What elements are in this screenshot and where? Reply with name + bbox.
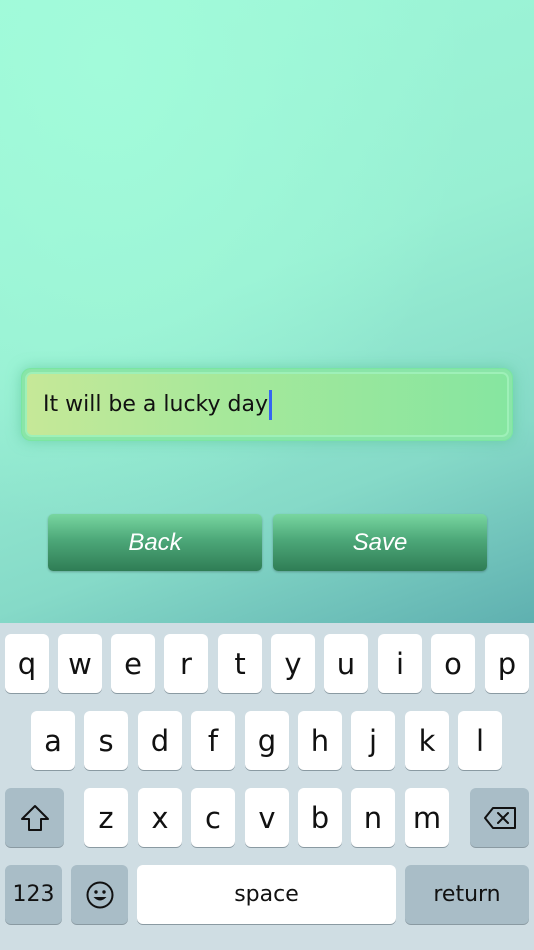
emoji-key[interactable] (71, 865, 128, 924)
key-label: m (412, 800, 442, 835)
key-label: u (336, 646, 356, 681)
key-l[interactable]: l (458, 711, 502, 770)
key-u[interactable]: u (324, 634, 368, 693)
key-s[interactable]: s (84, 711, 128, 770)
key-h[interactable]: h (298, 711, 342, 770)
save-button-label: Save (352, 528, 408, 556)
key-o[interactable]: o (431, 634, 475, 693)
key-b[interactable]: b (298, 788, 342, 847)
key-label: t (234, 646, 246, 681)
key-c[interactable]: c (191, 788, 235, 847)
key-label: i (395, 646, 405, 681)
key-z[interactable]: z (84, 788, 128, 847)
key-label: w (68, 646, 92, 681)
key-label: f (207, 723, 219, 758)
key-label: k (418, 723, 436, 758)
key-label: s (98, 723, 114, 758)
key-label: l (475, 723, 485, 758)
key-a[interactable]: a (31, 711, 75, 770)
text-field-frame: It will be a lucky day (21, 368, 513, 441)
key-label: return (433, 882, 501, 907)
key-k[interactable]: k (405, 711, 449, 770)
app-screen: It will be a lucky day Back Save (0, 0, 534, 623)
back-button-label: Back (128, 528, 182, 556)
key-label: d (150, 723, 170, 758)
note-text-value: It will be a lucky day (43, 392, 268, 417)
key-label: y (284, 646, 302, 681)
key-label: 123 (12, 882, 55, 907)
note-text-field[interactable]: It will be a lucky day (25, 372, 509, 437)
key-e[interactable]: e (111, 634, 155, 693)
key-label: b (310, 800, 330, 835)
numbers-key[interactable]: 123 (5, 865, 62, 924)
key-g[interactable]: g (245, 711, 289, 770)
key-label: c (205, 800, 221, 835)
key-x[interactable]: x (138, 788, 182, 847)
text-caret (268, 389, 272, 420)
key-label: e (124, 646, 142, 681)
key-i[interactable]: i (378, 634, 422, 693)
shift-icon (20, 804, 49, 831)
backspace-icon (483, 806, 516, 829)
key-label: o (444, 646, 462, 681)
key-label: z (98, 800, 114, 835)
emoji-icon (86, 881, 113, 908)
key-label: x (151, 800, 169, 835)
space-key[interactable]: space (137, 865, 396, 924)
key-w[interactable]: w (58, 634, 102, 693)
key-label: p (497, 646, 517, 681)
key-m[interactable]: m (405, 788, 449, 847)
key-label: j (368, 723, 378, 758)
back-button[interactable]: Back (48, 514, 262, 571)
delete-key[interactable] (470, 788, 529, 847)
key-q[interactable]: q (5, 634, 49, 693)
key-p[interactable]: p (485, 634, 529, 693)
key-label: space (234, 882, 299, 907)
keyboard: q w e r t y u i o p a s d f g h j k l z … (0, 623, 534, 950)
key-label: v (258, 800, 276, 835)
key-j[interactable]: j (351, 711, 395, 770)
save-button[interactable]: Save (273, 514, 487, 571)
key-label: q (17, 646, 37, 681)
key-y[interactable]: y (271, 634, 315, 693)
key-t[interactable]: t (218, 634, 262, 693)
key-n[interactable]: n (351, 788, 395, 847)
key-f[interactable]: f (191, 711, 235, 770)
key-r[interactable]: r (164, 634, 208, 693)
return-key[interactable]: return (405, 865, 529, 924)
key-d[interactable]: d (138, 711, 182, 770)
key-label: r (180, 646, 192, 681)
key-label: a (44, 723, 62, 758)
key-label: g (257, 723, 277, 758)
key-v[interactable]: v (245, 788, 289, 847)
key-label: h (310, 723, 330, 758)
shift-key[interactable] (5, 788, 64, 847)
key-label: n (363, 800, 383, 835)
